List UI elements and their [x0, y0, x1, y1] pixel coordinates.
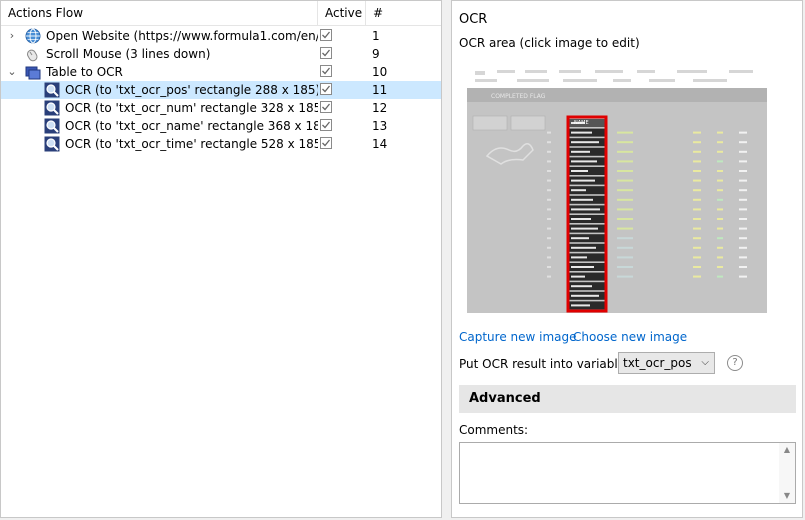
ocr-magnifier-icon [44, 136, 60, 152]
preview-column-header: NAME [574, 120, 589, 126]
scroll-up-icon[interactable]: ▲ [779, 443, 795, 457]
active-checkbox[interactable] [320, 101, 332, 113]
window-icon [25, 64, 41, 80]
action-row-table-to-ocr[interactable]: ⌄ Table to OCR 10 [1, 63, 441, 81]
action-number: 12 [372, 101, 388, 115]
mouse-icon [25, 46, 41, 62]
action-label: OCR (to 'txt_ocr_time' rectangle 528 x 1… [65, 137, 318, 151]
number-column-header[interactable]: # [365, 1, 441, 25]
column-header: Actions Flow Active # [1, 1, 441, 26]
ocr-properties-panel: OCR OCR area (click image to edit) COMPL… [451, 0, 803, 518]
action-label: OCR (to 'txt_ocr_pos' rectangle 288 x 18… [65, 83, 318, 97]
action-row-open-website[interactable]: › Open Website (https://www.formula1.com… [1, 27, 441, 45]
ocr-area-label: OCR area (click image to edit) [459, 36, 640, 50]
collapse-chevron-icon[interactable]: ⌄ [6, 63, 18, 81]
action-label: Scroll Mouse (3 lines down) [46, 47, 211, 61]
comments-scrollbar[interactable]: ▲ ▼ [779, 443, 795, 503]
action-number: 10 [372, 65, 388, 79]
action-number: 1 [372, 29, 380, 43]
actions-flow-panel: Actions Flow Active # › Open Website (ht… [0, 0, 442, 518]
action-row-ocr-num[interactable]: OCR (to 'txt_ocr_num' rectangle 328 x 18… [1, 99, 441, 117]
capture-new-image-link[interactable]: Capture new image [459, 330, 577, 344]
scroll-down-icon[interactable]: ▼ [779, 489, 795, 503]
actions-flow-column-header[interactable]: Actions Flow [1, 1, 317, 25]
action-number: 9 [372, 47, 380, 61]
action-label: Table to OCR [46, 65, 123, 79]
ocr-area-preview-image[interactable]: COMPLETED FLAG NAME [467, 63, 767, 313]
action-number: 13 [372, 119, 388, 133]
action-row-ocr-name[interactable]: OCR (to 'txt_ocr_name' rectangle 368 x 1… [1, 117, 441, 135]
comments-textarea[interactable]: ▲ ▼ [459, 442, 796, 504]
comments-label: Comments: [459, 423, 529, 437]
action-row-ocr-pos[interactable]: OCR (to 'txt_ocr_pos' rectangle 288 x 18… [1, 81, 441, 99]
action-row-scroll-mouse[interactable]: Scroll Mouse (3 lines down) 9 [1, 45, 441, 63]
active-column-header[interactable]: Active [317, 1, 365, 25]
ocr-variable-select[interactable]: txt_ocr_pos ⌵ [618, 352, 715, 374]
advanced-section-header[interactable]: Advanced [459, 385, 796, 413]
action-label: Open Website (https://www.formula1.com/e… [46, 29, 318, 43]
active-checkbox[interactable] [320, 29, 332, 41]
select-value: txt_ocr_pos [623, 356, 692, 370]
expand-chevron-icon[interactable]: › [6, 27, 18, 45]
action-number: 11 [372, 83, 388, 97]
action-row-ocr-time[interactable]: OCR (to 'txt_ocr_time' rectangle 528 x 1… [1, 135, 441, 153]
choose-new-image-link[interactable]: Choose new image [573, 330, 687, 344]
help-icon[interactable]: ? [727, 355, 743, 371]
active-checkbox[interactable] [320, 119, 332, 131]
ocr-magnifier-icon [44, 100, 60, 116]
active-checkbox[interactable] [320, 65, 332, 77]
active-checkbox[interactable] [320, 47, 332, 59]
panel-title: OCR [459, 12, 488, 27]
ocr-magnifier-icon [44, 118, 60, 134]
action-label: OCR (to 'txt_ocr_num' rectangle 328 x 18… [65, 101, 318, 115]
active-checkbox[interactable] [320, 137, 332, 149]
chevron-down-icon: ⌵ [701, 357, 709, 368]
ocr-magnifier-icon [44, 82, 60, 98]
globe-icon [25, 28, 41, 44]
action-label: OCR (to 'txt_ocr_name' rectangle 368 x 1… [65, 119, 318, 133]
variable-label: Put OCR result into variable: [459, 357, 630, 371]
action-number: 14 [372, 137, 388, 151]
active-checkbox[interactable] [320, 83, 332, 95]
preview-header-text: COMPLETED FLAG [491, 93, 546, 100]
